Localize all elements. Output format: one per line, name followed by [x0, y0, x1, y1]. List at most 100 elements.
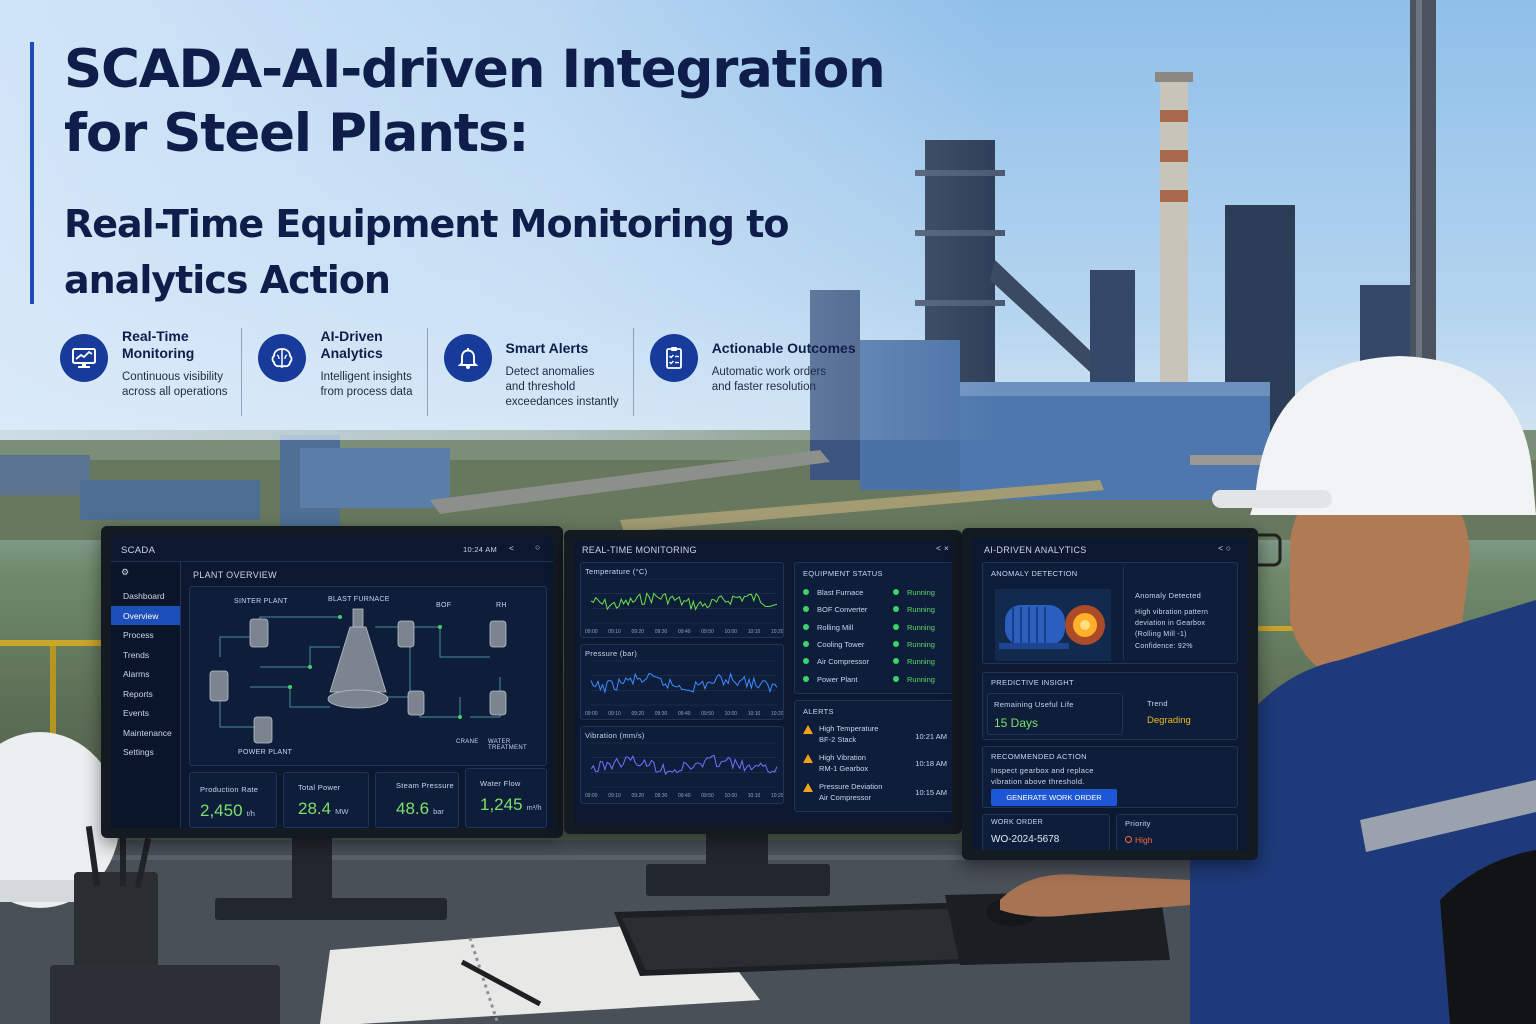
trend-label: Trend [1147, 699, 1168, 708]
unit-label-power-plant: POWER PLANT [238, 749, 293, 756]
chart-tick-label: 10:20 [771, 793, 783, 799]
chart-tick-label: 10:00 [725, 793, 738, 799]
motor-heatmap-icon [995, 589, 1111, 661]
status-ok-icon [803, 606, 809, 612]
chart-tick-label: 09:00 [585, 711, 598, 717]
predictive-insight-title: PREDICTIVE INSIGHT [991, 678, 1074, 687]
warning-icon [803, 783, 813, 792]
process-diagram-panel: SINTER PLANT BLAST FURNACE BOF RH POWER … [189, 586, 547, 766]
work-order-card[interactable]: WORK ORDER WO-2024-5678 [982, 814, 1110, 850]
power-icon[interactable]: ○ [535, 542, 540, 552]
kpi-total-power: Total Power 28.4 MW [283, 772, 369, 828]
status-ok-icon [803, 676, 809, 682]
page-title-line-2: for Steel Plants: [64, 103, 529, 164]
kpi-production-rate: Production Rate 2,450 t/h [189, 772, 277, 828]
page-title-line-1: SCADA-AI-driven Integration [64, 39, 886, 100]
status-ok-icon [893, 589, 899, 595]
feature-title: Monitoring [122, 345, 195, 361]
status-ok-icon [803, 641, 809, 647]
kpi-label: Water Flow [480, 779, 521, 788]
anomaly-detection-panel: ANOMALY DETECTION Anomaly Detected High … [982, 562, 1238, 664]
unit-label-rh: RH [496, 602, 507, 609]
settings-gear-icon[interactable]: ⚙ [111, 562, 180, 586]
feature-description: Intelligent insights from process data [320, 371, 413, 398]
kpi-value: 1,245 m³/h [480, 795, 542, 814]
alert-item[interactable]: High Temperature BF-2 Stack 10:21 AM [803, 723, 951, 747]
monitoring-title: REAL-TIME MONITORING [582, 545, 697, 555]
nav-settings[interactable]: Settings [111, 742, 180, 762]
anomaly-confidence: Confidence: 92% [1135, 643, 1193, 650]
alert-item[interactable]: High Vibration RM-1 Gearbox 10:18 AM [803, 752, 951, 776]
generate-work-order-button[interactable]: GENERATE WORK ORDER [991, 789, 1117, 806]
kpi-label: Production Rate [200, 785, 259, 794]
chart-series-line [590, 672, 778, 695]
equipment-row: Air Compressor Running [803, 657, 951, 669]
chart-tick-label: 09:20 [632, 793, 645, 799]
feature-real-time-monitoring: Real-Time Monitoring Continuous visibili… [60, 328, 243, 416]
temperature-chart-panel: Temperature (°C) 09:00 09:10 09:20 09:30 09:… [580, 562, 784, 638]
monitor-chart-icon [60, 334, 108, 382]
unit-label-bof: BOF [436, 602, 452, 609]
anomaly-status: Anomaly Detected [1135, 591, 1202, 600]
nav-trends[interactable]: Trends [111, 645, 180, 665]
rul-value: 15 Days [994, 716, 1039, 730]
nav-alarms[interactable]: Alarms [111, 664, 180, 684]
alerts-panel: ALERTS High Temperature BF-2 Stack 10:21… [794, 700, 952, 812]
monitor-stand [292, 836, 332, 906]
chart-tick-label: 09:30 [655, 629, 668, 635]
feature-title: Actionable Outcomes [711, 340, 856, 356]
feature-ai-driven-analytics: AI-Driven Analytics Intelligent insights… [258, 328, 428, 416]
rul-card: Remaining Useful Life 15 Days [987, 693, 1123, 735]
chart-tick-label: 10:10 [748, 711, 761, 717]
status-ok-icon [893, 658, 899, 664]
temperature-trend-chart: 09:00 09:10 09:20 09:30 09:40 09:50 10:00 10:10… [585, 578, 783, 635]
rul-label: Remaining Useful Life [994, 700, 1074, 709]
scada-clock: 10:24 AM [463, 545, 498, 554]
chart-tick-label: 09:20 [632, 629, 645, 635]
window-controls-icon[interactable]: < ○ [1218, 543, 1231, 553]
nav-events[interactable]: Events [111, 703, 180, 723]
chart-tick-label: 09:50 [701, 629, 714, 635]
nav-overview[interactable]: Overview [111, 605, 180, 625]
chart-tick-label: 09:50 [701, 793, 714, 799]
chart-tick-label: 10:00 [725, 629, 738, 635]
window-controls-icon[interactable]: < × [936, 543, 949, 553]
share-icon[interactable]: < [509, 543, 514, 553]
analytics-screen: AI-DRIVEN ANALYTICS < ○ ANOMALY DETECTIO… [972, 538, 1248, 850]
scada-monitor: SCADA 10:24 AM < ○ ⚙ Dashboard Overview … [101, 526, 563, 838]
unit-label-sinter-plant: SINTER PLANT [234, 598, 288, 605]
chart-tick-label: 09:00 [585, 793, 598, 799]
feature-description: Continuous visibility across all operatio… [122, 371, 228, 398]
feature-title: Real-Time [122, 328, 189, 344]
recommended-action-text: Inspect gearbox and replace vibration abo… [991, 766, 1094, 786]
monitoring-screen: REAL-TIME MONITORING < × Temperature (°C… [574, 540, 952, 824]
chart-tick-label: 10:20 [771, 629, 783, 635]
priority-ring-icon [1125, 836, 1132, 843]
pressure-chart-panel: Pressure (bar) 09:00 09:10 09:20 09:30 09:40… [580, 644, 784, 720]
nav-reports[interactable]: Reports [111, 684, 180, 704]
equipment-row: Power Plant Running [803, 675, 951, 687]
nav-dashboard[interactable]: Dashboard [111, 586, 180, 606]
page-subtitle-line-1: Real-Time Equipment Monitoring to [64, 202, 789, 246]
unit-label-blast-furnace: BLAST FURNACE [328, 596, 390, 603]
status-ok-icon [893, 676, 899, 682]
chart-tick-label: 09:10 [608, 711, 621, 717]
chart-tick-label: 09:50 [701, 711, 714, 717]
work-order-label: WORK ORDER [991, 819, 1043, 826]
status-ok-icon [803, 589, 809, 595]
warning-icon [803, 725, 813, 734]
scada-app-name: SCADA [121, 545, 156, 556]
status-ok-icon [803, 624, 809, 630]
monitor-base [215, 898, 447, 920]
chart-tick-label: 09:40 [678, 629, 691, 635]
alert-item[interactable]: Pressure Deviation Air Compressor 10:15 … [803, 781, 951, 805]
work-order-id: WO-2024-5678 [991, 834, 1060, 845]
kpi-value: 28.4 MW [298, 799, 349, 818]
kpi-water-flow: Water Flow 1,245 m³/h [465, 768, 547, 828]
nav-maintenance[interactable]: Maintenance [111, 723, 180, 743]
nav-process[interactable]: Process [111, 625, 180, 645]
equipment-status-panel: EQUIPMENT STATUS Blast Furnace Running BO… [794, 562, 952, 694]
chart-series-line [590, 592, 778, 611]
chart-tick-label: 09:40 [678, 793, 691, 799]
equipment-row: BOF Converter Running [803, 605, 951, 617]
